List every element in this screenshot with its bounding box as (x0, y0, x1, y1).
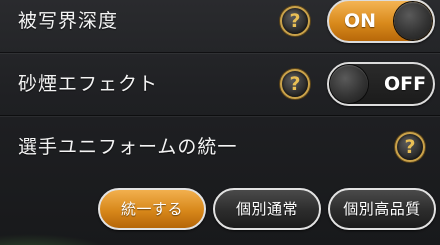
setting-row-dust-effect: 砂煙エフェクト ? OFF (0, 53, 440, 116)
toggle-state-text: OFF (384, 73, 427, 95)
uniform-option-individual-normal-button[interactable]: 個別通常 (213, 188, 321, 230)
toggle-knob (330, 65, 368, 103)
toggle-knob (394, 2, 432, 40)
setting-row-depth-of-field: 被写界深度 ? ON (0, 0, 440, 53)
toggle-state-text: ON (344, 10, 377, 32)
help-icon[interactable]: ? (280, 69, 310, 99)
uniform-option-unify-button[interactable]: 統一する (98, 188, 206, 230)
dust-effect-label: 砂煙エフェクト (18, 73, 159, 95)
help-icon[interactable]: ? (395, 132, 425, 162)
depth-of-field-toggle[interactable]: ON (327, 0, 435, 43)
uniform-option-individual-high-quality-button[interactable]: 個別高品質 (328, 188, 436, 230)
uniform-unify-label: 選手ユニフォームの統一 (18, 136, 238, 158)
depth-of-field-label: 被写界深度 (18, 10, 119, 32)
help-icon[interactable]: ? (280, 6, 310, 36)
setting-row-uniform-unify: 選手ユニフォームの統一 ? (0, 116, 440, 178)
settings-panel: 被写界深度 ? ON 砂煙エフェクト ? OFF 選手ユニフォームの統一 ? 統… (0, 0, 440, 245)
dust-effect-toggle[interactable]: OFF (327, 62, 435, 106)
